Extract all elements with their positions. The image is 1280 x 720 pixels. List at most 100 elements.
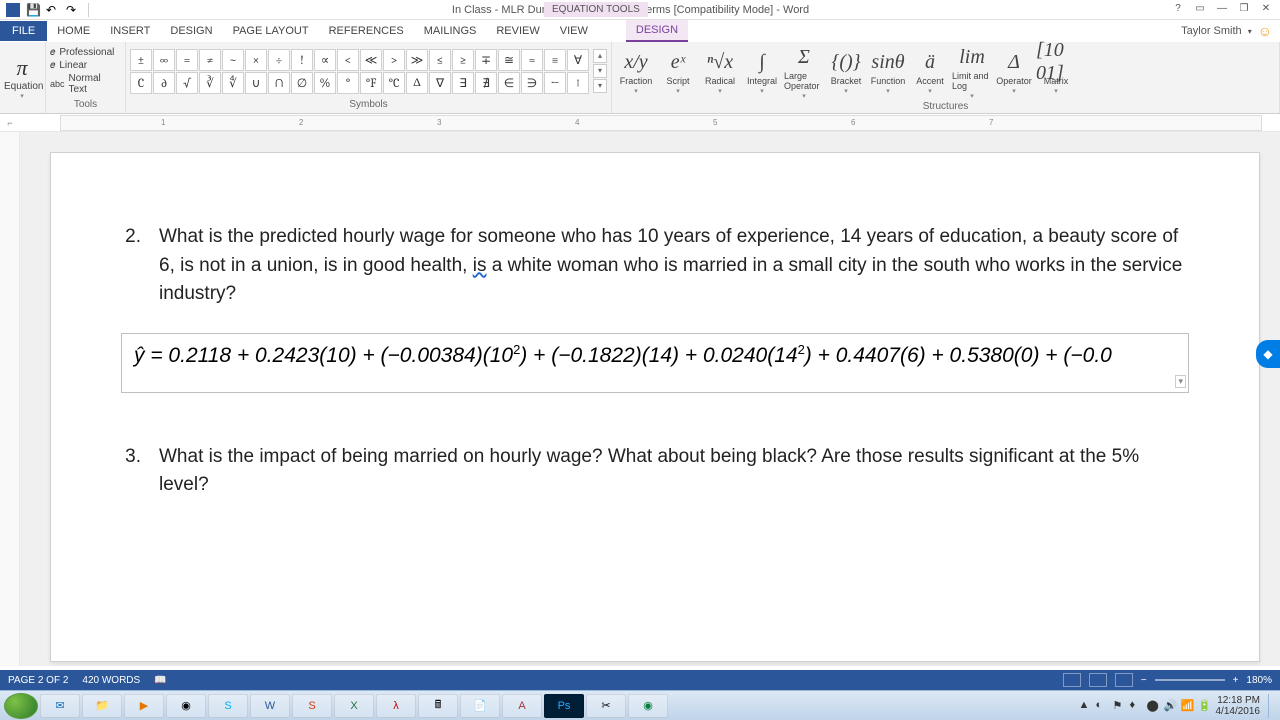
taskbar-snagit[interactable]: S [292,694,332,718]
symbol-cell[interactable]: ∋ [521,72,543,94]
q3-text[interactable]: What is the impact of being married on h… [159,443,1189,500]
normal-text-option[interactable]: abcNormal Text [50,73,121,95]
tray-icons[interactable]: ▲◐⚑♦⬤🔊📶🔋 [1079,699,1212,713]
equation-button[interactable]: πEquation▾ [4,55,40,100]
tab-home[interactable]: HOME [47,21,100,41]
taskbar-chrome[interactable]: ◉ [166,694,206,718]
minimize-icon[interactable]: — [1214,3,1230,17]
taskbar-camtasia[interactable]: ◉ [628,694,668,718]
start-button[interactable] [4,693,38,719]
symbol-cell[interactable]: ≠ [199,49,221,71]
taskbar-excel[interactable]: X [334,694,374,718]
symbol-cell[interactable]: ± [130,49,152,71]
page[interactable]: 2. What is the predicted hourly wage for… [50,152,1260,662]
symbol-cell[interactable]: ∄ [475,72,497,94]
symbol-cell[interactable]: ∓ [475,49,497,71]
page-status[interactable]: PAGE 2 OF 2 [8,675,68,686]
symbol-cell[interactable]: ≪ [360,49,382,71]
taskbar-acrobat[interactable]: λ [376,694,416,718]
symbol-cell[interactable]: ∝ [314,49,336,71]
structure-integral[interactable]: ∫Integral▾ [742,49,782,95]
symbol-cell[interactable]: Δ [406,72,428,94]
structure-large-operator[interactable]: ΣLarge Operator▾ [784,44,824,100]
tab-file[interactable]: FILE [0,21,47,41]
taskbar-calc[interactable]: 🖩 [418,694,458,718]
save-icon[interactable]: 💾 [26,3,40,17]
symbol-cell[interactable]: ≅ [498,49,520,71]
symbol-cell[interactable]: % [314,72,336,94]
tab-review[interactable]: REVIEW [486,21,549,41]
equation-content[interactable]: ŷ = 0.2118 + 0.2423(10) + (−0.00384)(102… [134,344,1112,367]
structure-operator[interactable]: ΔOperator▾ [994,49,1034,95]
symbol-cell[interactable]: ∂ [153,72,175,94]
taskbar-skype[interactable]: S [208,694,248,718]
professional-option[interactable]: 𝑒Professional [50,47,121,58]
taskbar-word[interactable]: W [250,694,290,718]
structure-accent[interactable]: äAccent▾ [910,49,950,95]
taskbar-outlook[interactable]: ✉ [40,694,80,718]
q2-text[interactable]: What is the predicted hourly wage for so… [159,223,1189,309]
symbols-more-icon[interactable]: ▾ [593,79,607,93]
web-layout-icon[interactable] [1115,673,1133,687]
symbol-cell[interactable]: ≫ [406,49,428,71]
clock[interactable]: 12:18 PM4/14/2016 [1216,695,1265,717]
symbol-cell[interactable]: ∩ [268,72,290,94]
symbol-cell[interactable]: C [130,72,152,94]
feedback-icon[interactable]: ☺ [1258,23,1272,39]
zoom-slider[interactable] [1155,679,1225,681]
symbol-cell[interactable]: √ [176,72,198,94]
symbol-cell[interactable]: ≥ [452,49,474,71]
symbol-cell[interactable]: ≤ [429,49,451,71]
zoom-in-icon[interactable]: + [1233,675,1239,686]
taskbar-photoshop[interactable]: Ps [544,694,584,718]
symbol-cell[interactable]: °C [383,72,405,94]
help-icon[interactable]: ? [1170,3,1186,17]
tab-mailings[interactable]: MAILINGS [414,21,487,41]
symbol-cell[interactable]: × [245,49,267,71]
symbols-grid[interactable]: ±∞=≠~×÷!∝<≪>≫≤≥∓≅≈≡∀C∂√∛∜∪∩∅%°°F°CΔ∇∃∄∈∋… [130,49,589,94]
symbol-cell[interactable]: = [176,49,198,71]
symbol-cell[interactable]: > [383,49,405,71]
symbols-down-icon[interactable]: ▾ [593,64,607,78]
structure-limit-and-log[interactable]: limLimit and Log▾ [952,44,992,100]
user-name[interactable]: Taylor Smith [1181,25,1242,37]
symbol-cell[interactable]: ∪ [245,72,267,94]
symbol-cell[interactable]: ~ [222,49,244,71]
word-count[interactable]: 420 WORDS [82,675,140,686]
symbol-cell[interactable]: ° [337,72,359,94]
taskbar-snip[interactable]: ✂ [586,694,626,718]
equation-dropdown-icon[interactable]: ▾ [1175,375,1186,388]
symbol-cell[interactable]: ∞ [153,49,175,71]
tab-equation-design[interactable]: DESIGN [626,20,688,42]
dropbox-badge-icon[interactable]: ◆ [1256,340,1280,368]
taskbar-media[interactable]: ▶ [124,694,164,718]
symbol-cell[interactable]: ∅ [291,72,313,94]
equation-box[interactable]: ⁞ ŷ = 0.2118 + 0.2423(10) + (−0.00384)(1… [121,333,1189,393]
tab-design[interactable]: DESIGN [160,21,222,41]
structure-script[interactable]: eˣScript▾ [658,49,698,95]
taskbar-explorer[interactable]: 📁 [82,694,122,718]
symbol-cell[interactable]: ∇ [429,72,451,94]
structure-bracket[interactable]: {()}Bracket▾ [826,49,866,95]
show-desktop[interactable] [1268,694,1276,718]
taskbar-notes[interactable]: 📄 [460,694,500,718]
symbol-cell[interactable]: ↑ [567,72,589,94]
zoom-level[interactable]: 180% [1246,675,1272,686]
print-layout-icon[interactable] [1089,673,1107,687]
symbol-cell[interactable]: ÷ [268,49,290,71]
structure-function[interactable]: sinθFunction▾ [868,49,908,95]
symbol-cell[interactable]: ← [544,72,566,94]
tab-references[interactable]: REFERENCES [319,21,414,41]
symbol-cell[interactable]: ! [291,49,313,71]
symbol-cell[interactable]: ∀ [567,49,589,71]
ruler-corner[interactable]: ⌐ [0,118,20,128]
zoom-out-icon[interactable]: − [1141,675,1147,686]
symbol-cell[interactable]: ∈ [498,72,520,94]
structure-fraction[interactable]: x/yFraction▾ [616,49,656,95]
symbol-cell[interactable]: °F [360,72,382,94]
linear-option[interactable]: 𝑒Linear [50,60,121,71]
symbol-cell[interactable]: ≈ [521,49,543,71]
undo-icon[interactable]: ↶ [46,3,60,17]
symbol-cell[interactable]: ≡ [544,49,566,71]
vertical-ruler[interactable] [0,132,20,666]
